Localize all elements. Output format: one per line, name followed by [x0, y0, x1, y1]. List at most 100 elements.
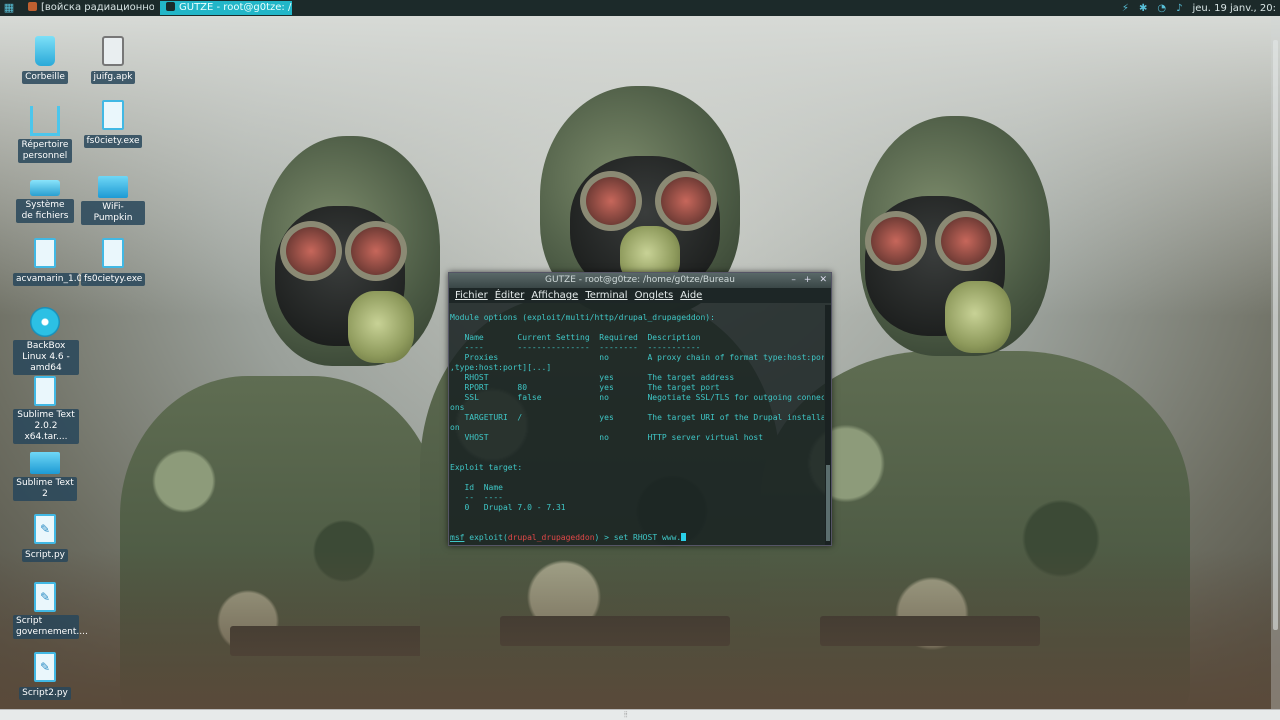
desktop-icon-fs0ciety[interactable]: fs0ciety.exe — [81, 100, 145, 148]
menu-terminal[interactable]: Terminal — [585, 288, 627, 303]
terminal-window[interactable]: GUTZE - root@g0tze: /home/g0tze/Bureau –… — [448, 272, 832, 546]
terminal-menubar: Fichier Éditer Affichage Terminal Onglet… — [449, 288, 831, 303]
disc-icon — [30, 307, 60, 337]
folder-icon — [98, 176, 128, 198]
taskbar-item-label: GUTZE - root@g0tze: /hom... — [179, 2, 292, 13]
top-panel: ▦ [войска радиационной х... GUTZE - root… — [0, 0, 1280, 16]
exe-icon — [102, 100, 124, 130]
folder-icon — [30, 452, 60, 474]
terminal-line: Name Current Setting Required Descriptio… — [450, 333, 701, 342]
desktop-icon-label: fs0ciety.exe — [83, 135, 143, 148]
close-icon[interactable]: ✕ — [819, 273, 827, 288]
trash-icon — [35, 36, 55, 66]
desktop-icon-script-gov[interactable]: ✎ Script governement.... — [13, 582, 88, 639]
prompt-msf: msf — [450, 533, 465, 542]
terminal-line: VHOST no HTTP server virtual host — [450, 433, 764, 442]
desktop-icon-label: acvamarin_1.0_all.deb — [13, 273, 117, 286]
terminal-prompt-line[interactable]: msf exploit(drupal_drupageddon) > set RH… — [450, 533, 824, 543]
desktop-icon-label: Corbeille — [22, 71, 68, 84]
minimize-icon[interactable]: – — [791, 273, 796, 288]
desktop-scrollbar-thumb[interactable] — [1273, 40, 1278, 630]
desktop-icon-filesystem[interactable]: Système de fichiers — [13, 170, 77, 223]
desktop-icon-script2[interactable]: ✎ Script2.py — [13, 652, 77, 700]
terminal-icon — [166, 2, 175, 11]
terminal-line: Id Name — [450, 483, 503, 492]
terminal-line: ---- --------------- -------- ----------… — [450, 343, 701, 352]
app-menu-icon[interactable]: ▦ — [2, 1, 16, 15]
prompt-pre: exploit( — [464, 533, 508, 542]
taskbar-item-terminal[interactable]: GUTZE - root@g0tze: /hom... — [160, 1, 292, 15]
terminal-line: TARGETURI / yes The target URI of the Dr… — [450, 413, 824, 422]
desktop-vertical-scrollbar[interactable] — [1271, 16, 1280, 710]
bottom-scrollbar[interactable]: ⦙⦙ — [0, 709, 1280, 720]
desktop-icon-label: juifg.apk — [90, 71, 136, 84]
browser-icon — [28, 2, 37, 11]
terminal-line: ,type:host:port][...] — [450, 363, 552, 372]
python-file-icon: ✎ — [34, 514, 56, 544]
terminal-scrollbar[interactable] — [825, 305, 831, 545]
desktop-icon-label: fs0cietyy.exe — [81, 273, 146, 286]
terminal-line: SSL false no Negotiate SSL/TLS for outgo… — [450, 393, 824, 402]
system-tray: ⚡ ✱ ◔ ♪ jeu. 19 janv., 20: — [1122, 3, 1280, 14]
apk-icon — [102, 36, 124, 66]
wallpaper-ground — [0, 550, 1280, 710]
menu-fichier[interactable]: Fichier — [455, 288, 488, 303]
menu-affichage[interactable]: Affichage — [531, 288, 578, 303]
menu-aide[interactable]: Aide — [680, 288, 702, 303]
taskbar-item-browser[interactable]: [войска радиационной х... — [22, 1, 154, 15]
desktop-icon-sublime-folder[interactable]: Sublime Text 2 — [13, 446, 77, 501]
python-file-icon: ✎ — [34, 582, 56, 612]
desktop-icon-label: Système de fichiers — [16, 199, 74, 223]
desktop-icon-apk[interactable]: juifg.apk — [81, 36, 145, 84]
terminal-scrollbar-thumb[interactable] — [826, 465, 830, 541]
volume-icon[interactable]: ♪ — [1176, 3, 1182, 14]
prompt-module: drupal_drupageddon — [507, 533, 595, 542]
desktop-icon-label: Script governement.... — [13, 615, 88, 639]
drive-icon — [30, 180, 60, 196]
desktop-icon-script[interactable]: ✎ Script.py — [13, 514, 77, 562]
power-icon[interactable]: ⚡ — [1122, 3, 1129, 14]
home-folder-icon — [30, 106, 60, 136]
desktop-icon-wifi-pumpkin[interactable]: WiFi-Pumpkin — [81, 170, 145, 225]
desktop-icon-trash[interactable]: Corbeille — [13, 36, 77, 84]
menu-onglets[interactable]: Onglets — [635, 288, 674, 303]
desktop-icon-backbox[interactable]: BackBox Linux 4.6 - amd64 — [13, 307, 79, 375]
terminal-title: GUTZE - root@g0tze: /home/g0tze/Bureau — [544, 275, 736, 285]
desktop-icon-fs0cietyy[interactable]: fs0cietyy.exe — [81, 238, 146, 286]
desktop-icon-label: Répertoire personnel — [18, 139, 72, 163]
maximize-icon[interactable]: + — [804, 273, 812, 288]
prompt-command: ) > set RHOST www. — [594, 533, 682, 542]
text-cursor — [681, 533, 687, 541]
clock[interactable]: jeu. 19 janv., 20: — [1192, 3, 1276, 14]
network-icon[interactable]: ◔ — [1157, 3, 1166, 14]
terminal-titlebar[interactable]: GUTZE - root@g0tze: /home/g0tze/Bureau –… — [449, 273, 831, 288]
terminal-line: on — [450, 423, 460, 432]
terminal-line: Exploit target: — [450, 463, 523, 472]
exe-icon — [102, 238, 124, 268]
terminal-line: Module options (exploit/multi/http/drupa… — [450, 313, 715, 322]
terminal-line: ons — [450, 403, 465, 412]
desktop-icon-label: BackBox Linux 4.6 - amd64 — [13, 340, 79, 375]
terminal-line: RHOST yes The target address — [450, 373, 735, 382]
archive-icon — [34, 376, 56, 406]
desktop-icon-sublime-archive[interactable]: Sublime Text 2.0.2 x64.tar.... — [13, 376, 79, 444]
taskbar-item-label: [войска радиационной х... — [41, 2, 154, 13]
desktop-icon-home[interactable]: Répertoire personnel — [13, 100, 77, 163]
grip-icon[interactable]: ⦙⦙ — [624, 711, 628, 719]
desktop-icon-label: Script2.py — [19, 687, 71, 700]
desktop-icon-label: Script.py — [21, 549, 68, 562]
terminal-line: RPORT 80 yes The target port — [450, 383, 720, 392]
terminal-line: Proxies no A proxy chain of format type:… — [450, 353, 824, 362]
desktop-icon-label: Sublime Text 2 — [13, 477, 77, 501]
desktop-icon-acvamarin[interactable]: acvamarin_1.0_all.deb — [13, 238, 117, 286]
package-icon — [34, 238, 56, 268]
terminal-output[interactable]: Module options (exploit/multi/http/drupa… — [449, 305, 824, 545]
bluetooth-icon[interactable]: ✱ — [1139, 3, 1147, 14]
menu-editer[interactable]: Éditer — [495, 288, 525, 303]
